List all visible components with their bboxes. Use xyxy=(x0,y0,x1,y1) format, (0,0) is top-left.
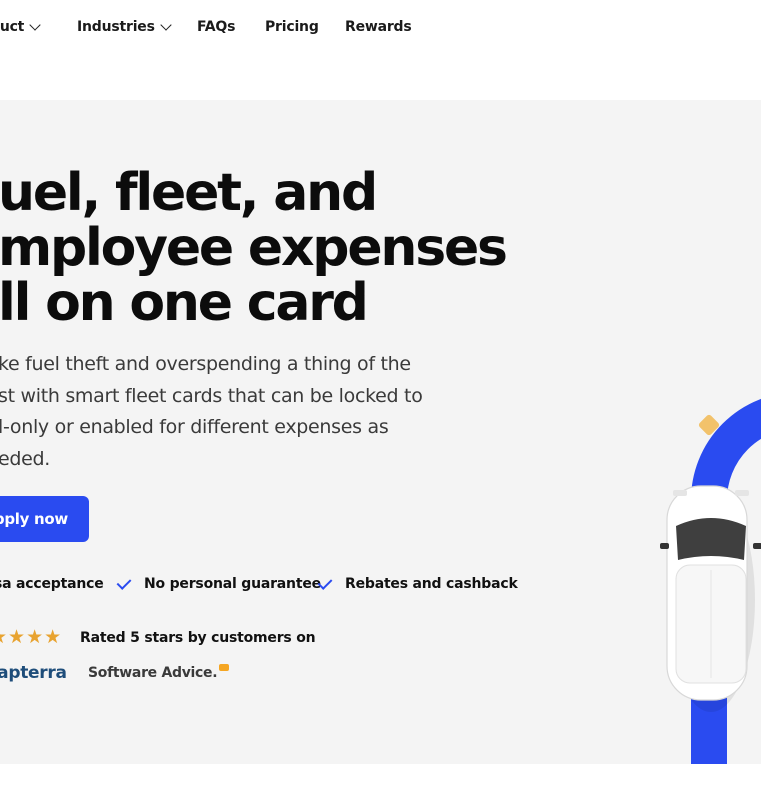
nav-item-label: Rewards xyxy=(345,19,412,35)
nav-item-industries[interactable]: Industries xyxy=(77,18,172,35)
nav-item-faqs[interactable]: FAQs xyxy=(197,19,235,35)
hero-section: uel, fleet, and mployee expenses ll on o… xyxy=(0,100,761,764)
chevron-down-icon xyxy=(29,18,41,31)
van-icon xyxy=(660,485,761,712)
nav-item-label: Pricing xyxy=(265,19,319,35)
chevron-down-icon xyxy=(160,18,172,31)
nav-item-product[interactable]: duct xyxy=(0,18,41,35)
nav-item-label: duct xyxy=(0,19,25,35)
nav-item-label: FAQs xyxy=(197,19,236,35)
top-navigation: duct Industries FAQs Pricing Rewards xyxy=(0,0,761,100)
nav-item-pricing[interactable]: Pricing xyxy=(265,19,319,35)
nav-item-rewards[interactable]: Rewards xyxy=(345,19,412,35)
road-illustration xyxy=(660,398,761,764)
nav-item-label: Industries xyxy=(77,19,155,35)
